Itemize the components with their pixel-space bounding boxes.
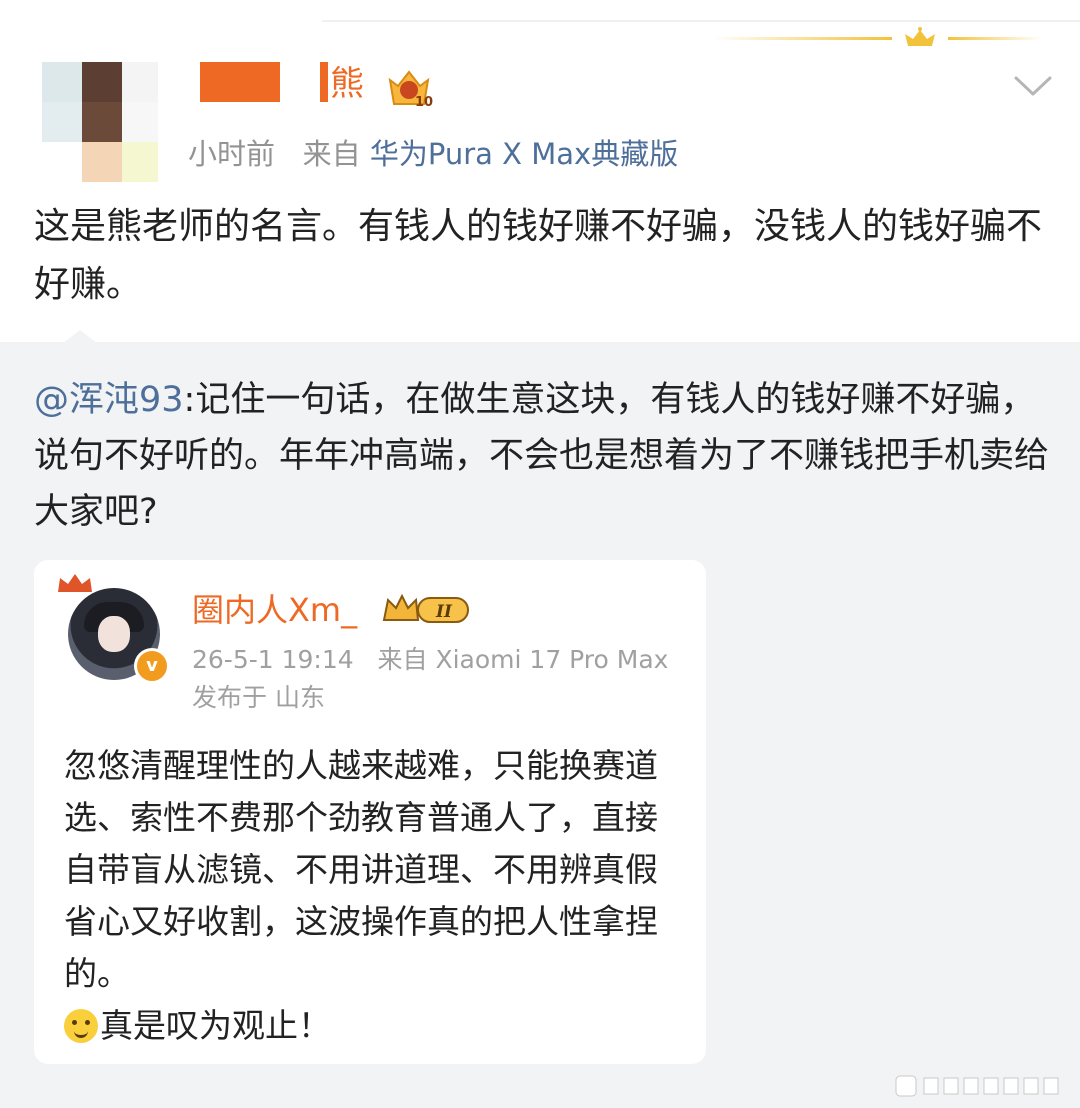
post-text: 这是熊老师的名言。有钱人的钱好赚不好骗，没钱人的钱好骗不好赚。 [34, 206, 1043, 305]
body-last-line: 真是叹为观止！ [64, 1000, 706, 1052]
repost-body: :记住一句话，在做生意这块，有钱人的钱好赚不好骗，说句不好听的。年年冲高端，不会… [34, 380, 1050, 532]
repost-notch [62, 330, 98, 344]
body-last-text: 真是叹为观止！ [100, 1006, 331, 1045]
post-time: 小时前 [188, 137, 276, 171]
vip-crown-badge-icon: 10 [388, 70, 433, 110]
embedded-source-device: Xiaomi 17 Pro Max [435, 645, 669, 674]
author-name-redacted [200, 62, 280, 102]
post-meta: 小时前 来自 华为Pura X Max典藏版 [188, 134, 678, 174]
embedded-source-prefix: 来自 [377, 645, 428, 674]
vip-level-text: II [435, 602, 453, 622]
source-prefix: 来自 [302, 137, 361, 171]
embedded-body: 忽悠清醒理性的人越来越难，只能换赛道 选、索性不费那个劲教育普通人了，直接 自带… [64, 740, 706, 1052]
mention-link[interactable]: @浑沌93 [34, 380, 184, 420]
chevron-down-icon[interactable] [1012, 70, 1054, 102]
watermark-logo-icon [895, 1075, 1059, 1097]
body-line: 自带盲从滤镜、不用讲道理、不用辨真假 [64, 850, 658, 889]
repost-text: @浑沌93:记住一句话，在做生意这块，有钱人的钱好赚不好骗，说句不好听的。年年冲… [34, 372, 1054, 540]
embedded-datetime: 26-5-1 19:14 [192, 645, 354, 674]
source-device-link[interactable]: 华为Pura X Max典藏版 [370, 137, 678, 171]
smile-emoji-icon [64, 1009, 98, 1043]
body-line: 忽悠清醒理性的人越来越难，只能换赛道 [64, 746, 658, 785]
svg-text:10: 10 [415, 95, 433, 110]
top-divider [322, 20, 1080, 22]
author-name[interactable]: 熊 [330, 64, 364, 104]
embedded-meta: 26-5-1 19:14 来自 Xiaomi 17 Pro Max [192, 642, 668, 678]
verified-badge-icon: v [134, 648, 170, 684]
body-line: 选、索性不费那个劲教育普通人了，直接 [64, 798, 658, 837]
crown-decoration-icon [712, 27, 1042, 46]
author-avatar[interactable] [42, 62, 182, 182]
avatar-crown-icon [58, 574, 92, 592]
embedded-post-card[interactable]: v 圈内人Xm_ II 26-5-1 19:14 来自 Xiaomi 17 Pr… [34, 560, 706, 1064]
embedded-author-name[interactable]: 圈内人Xm_ [192, 588, 357, 632]
vip-level-badge-icon: II [382, 593, 469, 623]
embedded-location: 发布于 山东 [192, 683, 325, 712]
body-line: 的。 [64, 954, 130, 993]
author-name-redacted-2 [320, 62, 328, 102]
body-line: 省心又好收割，这波操作真的把人性拿捏 [64, 902, 658, 941]
